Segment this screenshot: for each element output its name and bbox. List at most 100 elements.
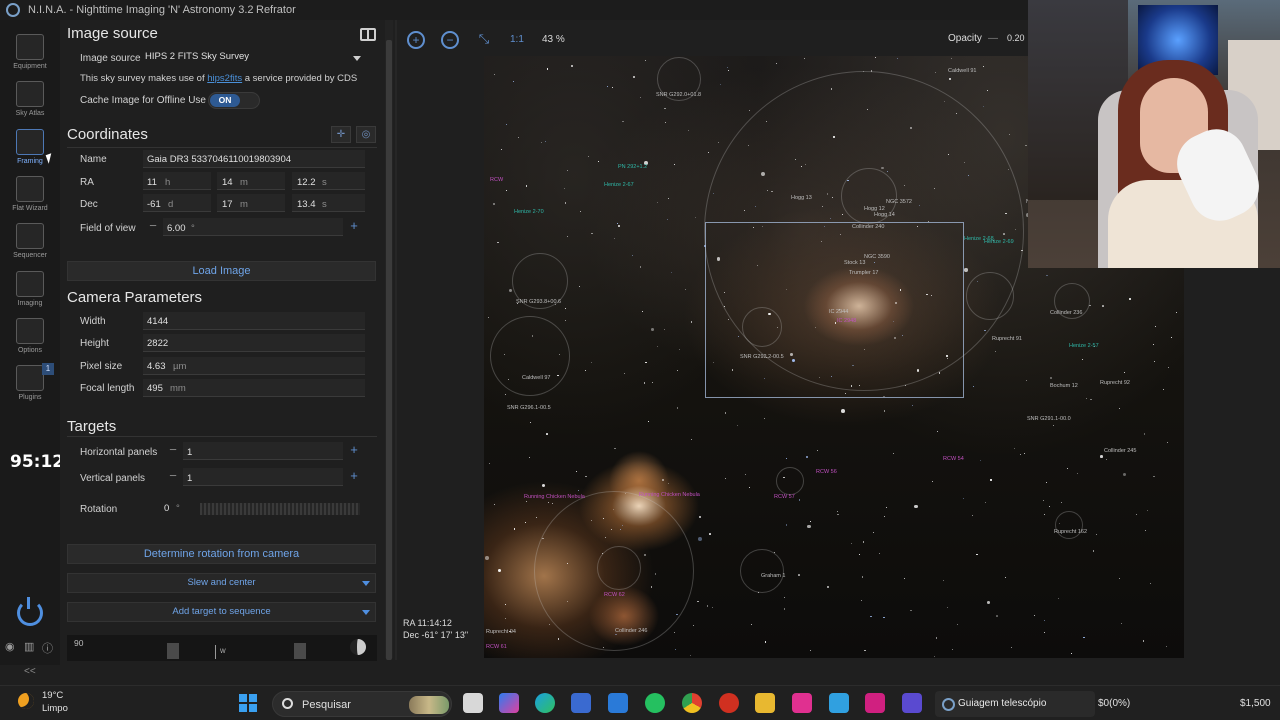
splitter[interactable] [395,20,397,660]
search-placeholder: Pesquisar [302,699,351,711]
star [631,254,634,257]
app-icon[interactable] [792,693,812,713]
star [749,110,751,112]
altitude-bar [294,643,306,659]
star [972,385,974,387]
panel-scrollbar[interactable] [385,20,393,660]
star [697,537,702,542]
folder-icon[interactable] [755,693,775,713]
star [910,609,912,612]
collapse-sidebar-button[interactable]: << [24,666,36,677]
weather-widget[interactable]: 19°C Limpo [42,689,68,715]
location-pin-icon[interactable]: ◎ [356,126,376,143]
store-icon[interactable] [571,693,591,713]
fov-field[interactable] [163,218,343,236]
opacity-decrease-button[interactable]: — [988,33,998,44]
hpanels-field[interactable] [183,442,343,460]
chrome-icon[interactable] [682,693,702,713]
copilot-icon[interactable] [499,693,519,713]
catalog-circle [740,549,784,593]
fov-decrease-button[interactable]: − [143,218,163,235]
taskbar: 19°C Limpo Pesquisar Guiagem telescópio … [0,685,1280,720]
scrollbar-thumb[interactable] [386,40,392,660]
height-value: 2822 [147,338,169,349]
sidebar-item-imaging[interactable]: Imaging [0,267,60,311]
zoom-out-icon[interactable]: − [441,31,459,49]
sidebar-item-flat-wizard[interactable]: Flat Wizard [0,172,60,216]
sidebar-item-plugins[interactable]: Plugins 1 [0,361,60,405]
cursor-coordinates: RA 11:14:12 Dec -61° 17' 13" [403,617,468,641]
star [1149,583,1151,585]
add-target-button[interactable]: Add target to sequence [67,602,376,622]
star [1009,133,1010,135]
height-field[interactable] [143,334,365,352]
eye-icon[interactable]: ◉ [5,640,15,653]
catalog-circle [776,467,804,495]
vpanels-field[interactable] [183,468,343,486]
catalog-circle [534,491,694,651]
star [578,286,581,288]
chevron-down-icon[interactable] [362,581,370,586]
sidebar-item-options[interactable]: Options [0,314,60,358]
vpanels-decrease-button[interactable]: − [163,468,183,485]
book-icon[interactable]: ▥ [24,640,34,653]
cache-toggle[interactable]: ON [208,92,260,109]
chevron-down-icon[interactable] [362,610,370,615]
crosshair-icon[interactable]: ✛ [331,126,351,143]
hips2fits-link[interactable]: hips2fits [207,73,242,84]
slew-and-center-button[interactable]: Slew and center [67,573,376,593]
opacity-value[interactable]: 0.20 [1007,33,1025,43]
dec-degrees: -61 [147,199,161,210]
fit-to-screen-icon[interactable]: ⤡ [472,28,496,52]
sidebar-item-equipment[interactable]: Equipment [0,30,60,74]
whatsapp-icon[interactable] [645,693,665,713]
hpanels-increase-button[interactable]: + [344,442,364,459]
windows-start-icon[interactable] [239,694,257,712]
opera-icon[interactable] [719,693,739,713]
rotation-slider[interactable] [200,503,360,515]
horizontal-panels-label: Horizontal panels [80,447,158,458]
transit-marker [215,645,216,659]
nina-logo-icon [942,698,955,711]
determine-rotation-button[interactable]: Determine rotation from camera [67,544,376,564]
app-icon[interactable] [865,693,885,713]
sidebar-item-sky-atlas[interactable]: Sky Atlas [0,77,60,121]
zoom-level: 43 % [542,34,565,45]
book-icon[interactable] [360,28,376,41]
ra-seconds-unit: s [322,177,327,188]
sidebar-item-label: Sky Atlas [15,110,45,117]
star [872,532,874,534]
task-view-icon[interactable] [463,693,483,713]
taskbar-search[interactable]: Pesquisar [272,691,452,717]
power-icon[interactable] [17,597,43,626]
taskbar-nina-app[interactable]: Guiagem telescópio [935,691,1095,717]
hpanels-decrease-button[interactable]: − [163,442,183,459]
star [841,408,846,413]
edge-icon[interactable] [535,693,555,713]
ticker-balance: $1,500 [1240,698,1271,709]
app-icon[interactable] [608,693,628,713]
star [1143,640,1145,642]
star [952,648,953,650]
weather-moon-icon[interactable] [18,693,34,709]
sidebar-item-label: Plugins [18,394,42,401]
stellarium-icon[interactable] [902,693,922,713]
sidebar-item-sequencer[interactable]: Sequencer [0,219,60,263]
star [677,369,679,371]
zoom-in-icon[interactable]: + [407,31,425,49]
ticker-value: $0(0%) [1098,698,1131,709]
star [1168,366,1170,368]
vpanels-increase-button[interactable]: + [344,468,364,485]
load-image-button[interactable]: Load Image [67,261,376,281]
app-icon[interactable] [829,693,849,713]
imaging-icon [16,271,44,297]
fov-increase-button[interactable]: + [344,218,364,235]
image-source-dropdown[interactable]: HIPS 2 FITS Sky Survey [145,51,365,67]
info-icon[interactable]: ⓘ [42,640,53,656]
star [995,351,997,353]
width-field[interactable] [143,312,365,330]
webcam-overlay [1028,0,1280,268]
one-to-one-button[interactable]: 1:1 [510,34,524,45]
star [544,140,546,142]
star [858,554,860,556]
